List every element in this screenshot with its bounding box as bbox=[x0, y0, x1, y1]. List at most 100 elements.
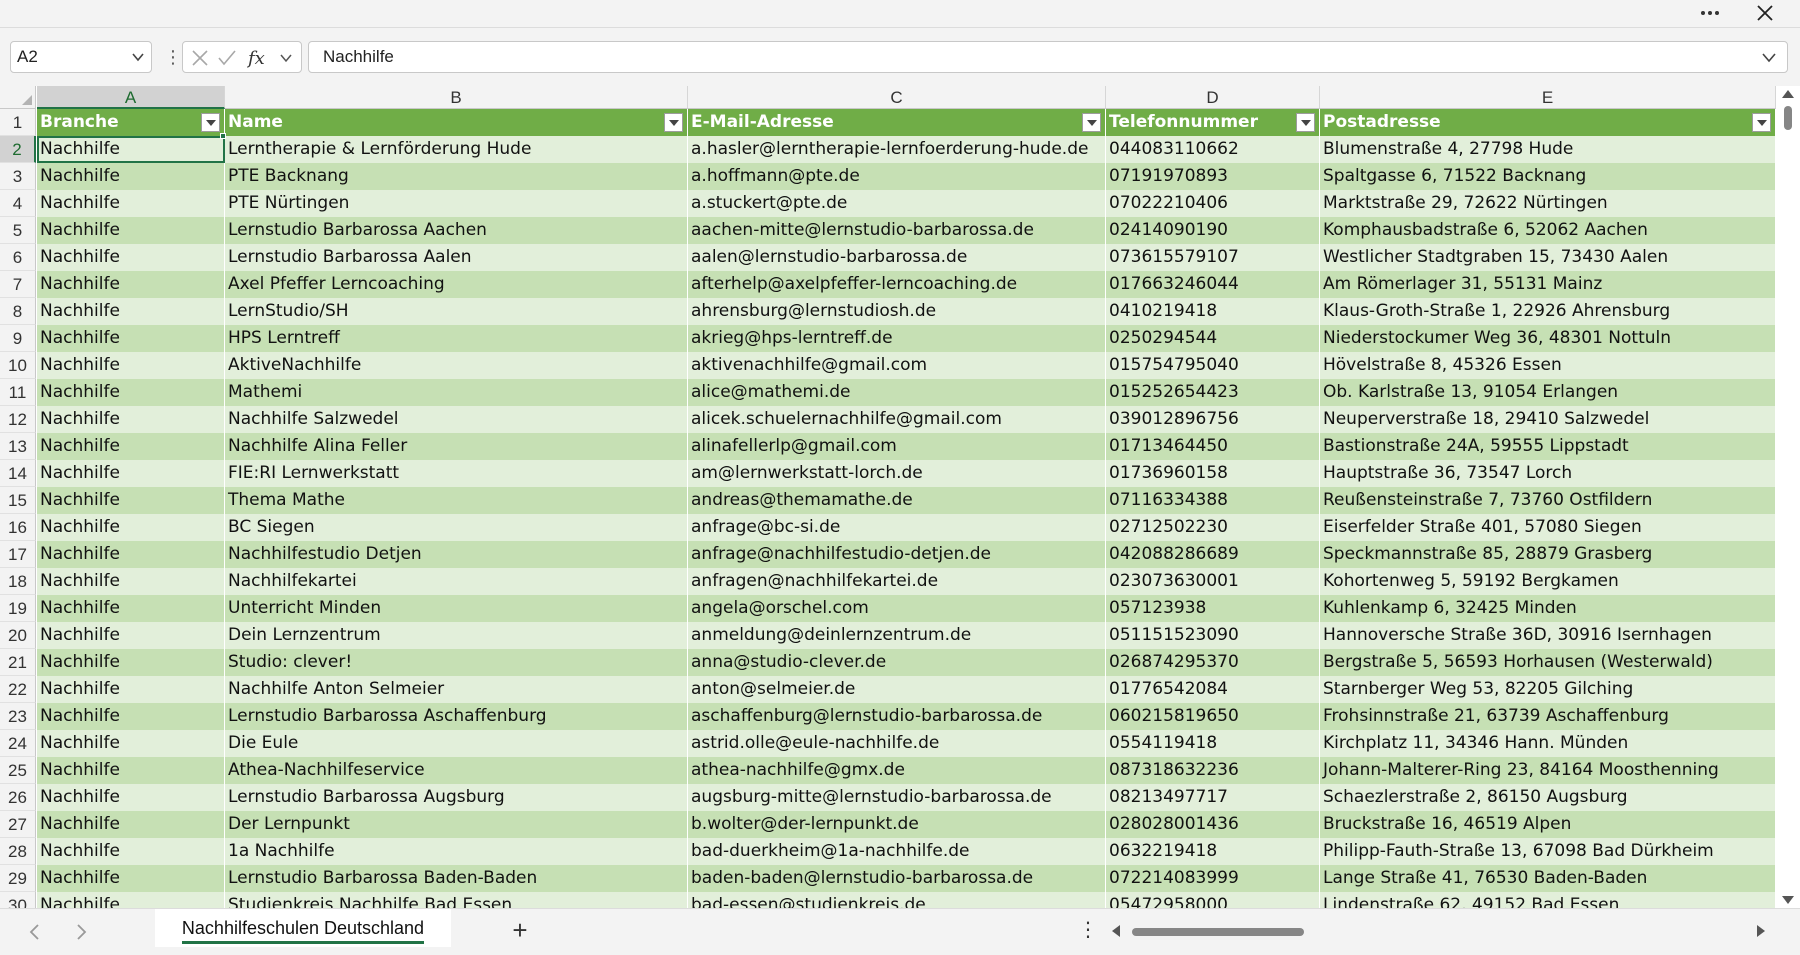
header-cell-c[interactable]: E-Mail-Adresse bbox=[688, 109, 1106, 136]
table-cell[interactable]: 05472958000 bbox=[1106, 892, 1320, 908]
table-cell[interactable]: 015754795040 bbox=[1106, 352, 1320, 379]
header-cell-d[interactable]: Telefonnummer bbox=[1106, 109, 1320, 136]
table-cell[interactable]: 026874295370 bbox=[1106, 649, 1320, 676]
table-cell[interactable]: alinafellerlp@gmail.com bbox=[688, 433, 1106, 460]
table-cell[interactable]: 0632219418 bbox=[1106, 838, 1320, 865]
more-options-button[interactable] bbox=[1690, 0, 1730, 28]
table-cell[interactable]: anmeldung@deinlernzentrum.de bbox=[688, 622, 1106, 649]
table-cell[interactable]: Lernstudio Barbarossa Aschaffenburg bbox=[225, 703, 688, 730]
table-cell[interactable]: Lernstudio Barbarossa Baden-Baden bbox=[225, 865, 688, 892]
table-cell[interactable]: aalen@lernstudio-barbarossa.de bbox=[688, 244, 1106, 271]
vertical-scrollbar[interactable] bbox=[1776, 86, 1800, 908]
table-cell[interactable]: Mathemi bbox=[225, 379, 688, 406]
table-cell[interactable]: Komphausbadstraße 6, 52062 Aachen bbox=[1320, 217, 1776, 244]
table-cell[interactable]: Nachhilfe bbox=[37, 163, 225, 190]
row-header[interactable]: 20 bbox=[0, 622, 36, 649]
row-header[interactable]: 6 bbox=[0, 244, 36, 271]
table-cell[interactable]: astrid.olle@eule-nachhilfe.de bbox=[688, 730, 1106, 757]
table-cell[interactable]: Nachhilfe bbox=[37, 433, 225, 460]
table-cell[interactable]: 1a Nachhilfe bbox=[225, 838, 688, 865]
table-cell[interactable]: 060215819650 bbox=[1106, 703, 1320, 730]
header-cell-e[interactable]: Postadresse bbox=[1320, 109, 1776, 136]
table-cell[interactable]: 039012896756 bbox=[1106, 406, 1320, 433]
table-cell[interactable]: Nachhilfe bbox=[37, 190, 225, 217]
table-cell[interactable]: 087318632236 bbox=[1106, 757, 1320, 784]
table-cell[interactable]: 0250294544 bbox=[1106, 325, 1320, 352]
table-cell[interactable]: Nachhilfe bbox=[37, 406, 225, 433]
table-cell[interactable]: Nachhilfe bbox=[37, 622, 225, 649]
table-cell[interactable]: Nachhilfe bbox=[37, 136, 225, 163]
table-cell[interactable]: aachen-mitte@lernstudio-barbarossa.de bbox=[688, 217, 1106, 244]
table-cell[interactable]: Hannoversche Straße 36D, 30916 Isernhage… bbox=[1320, 622, 1776, 649]
table-cell[interactable]: 073615579107 bbox=[1106, 244, 1320, 271]
row-header[interactable]: 26 bbox=[0, 784, 36, 811]
name-box[interactable]: A2 bbox=[10, 41, 152, 73]
table-cell[interactable]: Westlicher Stadtgraben 15, 73430 Aalen bbox=[1320, 244, 1776, 271]
row-header[interactable]: 21 bbox=[0, 649, 36, 676]
table-cell[interactable]: 08213497717 bbox=[1106, 784, 1320, 811]
table-cell[interactable]: Athea-Nachhilfeservice bbox=[225, 757, 688, 784]
table-cell[interactable]: HPS Lerntreff bbox=[225, 325, 688, 352]
table-cell[interactable]: Studio: clever! bbox=[225, 649, 688, 676]
filter-dropdown-icon[interactable] bbox=[664, 113, 683, 132]
scroll-right-icon[interactable] bbox=[1755, 924, 1767, 938]
row-header[interactable]: 22 bbox=[0, 676, 36, 703]
sheet-bar-more-button[interactable]: ⋮ bbox=[1078, 920, 1098, 944]
row-header[interactable]: 14 bbox=[0, 460, 36, 487]
filter-dropdown-icon[interactable] bbox=[201, 113, 220, 132]
table-cell[interactable]: Nachhilfe bbox=[37, 244, 225, 271]
table-cell[interactable]: Bastionstraße 24A, 59555 Lippstadt bbox=[1320, 433, 1776, 460]
table-cell[interactable]: Am Römerlager 31, 55131 Mainz bbox=[1320, 271, 1776, 298]
scroll-down-icon[interactable] bbox=[1781, 894, 1795, 906]
table-cell[interactable]: Nachhilfe Anton Selmeier bbox=[225, 676, 688, 703]
table-cell[interactable]: Eiserfelder Straße 401, 57080 Siegen bbox=[1320, 514, 1776, 541]
table-cell[interactable]: anna@studio-clever.de bbox=[688, 649, 1106, 676]
table-cell[interactable]: Nachhilfe bbox=[37, 325, 225, 352]
table-cell[interactable]: 07116334388 bbox=[1106, 487, 1320, 514]
table-cell[interactable]: athea-nachhilfe@gmx.de bbox=[688, 757, 1106, 784]
table-cell[interactable]: aktivenachhilfe@gmail.com bbox=[688, 352, 1106, 379]
table-cell[interactable]: Nachhilfe bbox=[37, 541, 225, 568]
row-header[interactable]: 29 bbox=[0, 865, 36, 892]
table-cell[interactable]: bad-essen@studienkreis.de bbox=[688, 892, 1106, 908]
table-cell[interactable]: Kuhlenkamp 6, 32425 Minden bbox=[1320, 595, 1776, 622]
table-cell[interactable]: Lernstudio Barbarossa Aachen bbox=[225, 217, 688, 244]
table-cell[interactable]: Nachhilfekartei bbox=[225, 568, 688, 595]
table-cell[interactable]: aschaffenburg@lernstudio-barbarossa.de bbox=[688, 703, 1106, 730]
table-cell[interactable]: 01776542084 bbox=[1106, 676, 1320, 703]
row-header[interactable]: 9 bbox=[0, 325, 36, 352]
table-cell[interactable]: 01713464450 bbox=[1106, 433, 1320, 460]
table-cell[interactable]: Die Eule bbox=[225, 730, 688, 757]
table-cell[interactable]: Nachhilfe bbox=[37, 217, 225, 244]
filter-dropdown-icon[interactable] bbox=[1082, 113, 1101, 132]
table-cell[interactable]: 044083110662 bbox=[1106, 136, 1320, 163]
table-cell[interactable]: Axel Pfeffer Lerncoaching bbox=[225, 271, 688, 298]
row-header[interactable]: 2 bbox=[0, 136, 36, 163]
chevron-left-icon[interactable] bbox=[28, 923, 42, 941]
header-cell-a[interactable]: Branche bbox=[37, 109, 225, 136]
table-cell[interactable]: Nachhilfe bbox=[37, 379, 225, 406]
table-cell[interactable]: Lernstudio Barbarossa Aalen bbox=[225, 244, 688, 271]
table-cell[interactable]: 01736960158 bbox=[1106, 460, 1320, 487]
table-cell[interactable]: Nachhilfe bbox=[37, 271, 225, 298]
table-cell[interactable]: 02712502230 bbox=[1106, 514, 1320, 541]
table-cell[interactable]: Philipp-Fauth-Straße 13, 67098 Bad Dürkh… bbox=[1320, 838, 1776, 865]
table-cell[interactable]: anfrage@nachhilfestudio-detjen.de bbox=[688, 541, 1106, 568]
table-cell[interactable]: am@lernwerkstatt-lorch.de bbox=[688, 460, 1106, 487]
table-cell[interactable]: Bergstraße 5, 56593 Horhausen (Westerwal… bbox=[1320, 649, 1776, 676]
table-cell[interactable]: Kohortenweg 5, 59192 Bergkamen bbox=[1320, 568, 1776, 595]
table-cell[interactable]: Nachhilfe bbox=[37, 514, 225, 541]
table-cell[interactable]: Nachhilfestudio Detjen bbox=[225, 541, 688, 568]
row-header[interactable]: 17 bbox=[0, 541, 36, 568]
filter-dropdown-icon[interactable] bbox=[1752, 113, 1771, 132]
table-cell[interactable]: Nachhilfe bbox=[37, 298, 225, 325]
table-cell[interactable]: Ob. Karlstraße 13, 91054 Erlangen bbox=[1320, 379, 1776, 406]
row-header[interactable]: 5 bbox=[0, 217, 36, 244]
chevron-down-icon[interactable] bbox=[279, 51, 293, 65]
fill-handle[interactable] bbox=[220, 133, 226, 139]
row-header[interactable]: 11 bbox=[0, 379, 36, 406]
row-header[interactable]: 28 bbox=[0, 838, 36, 865]
table-cell[interactable]: Nachhilfe bbox=[37, 838, 225, 865]
row-header[interactable]: 25 bbox=[0, 757, 36, 784]
table-cell[interactable]: anfrage@bc-si.de bbox=[688, 514, 1106, 541]
